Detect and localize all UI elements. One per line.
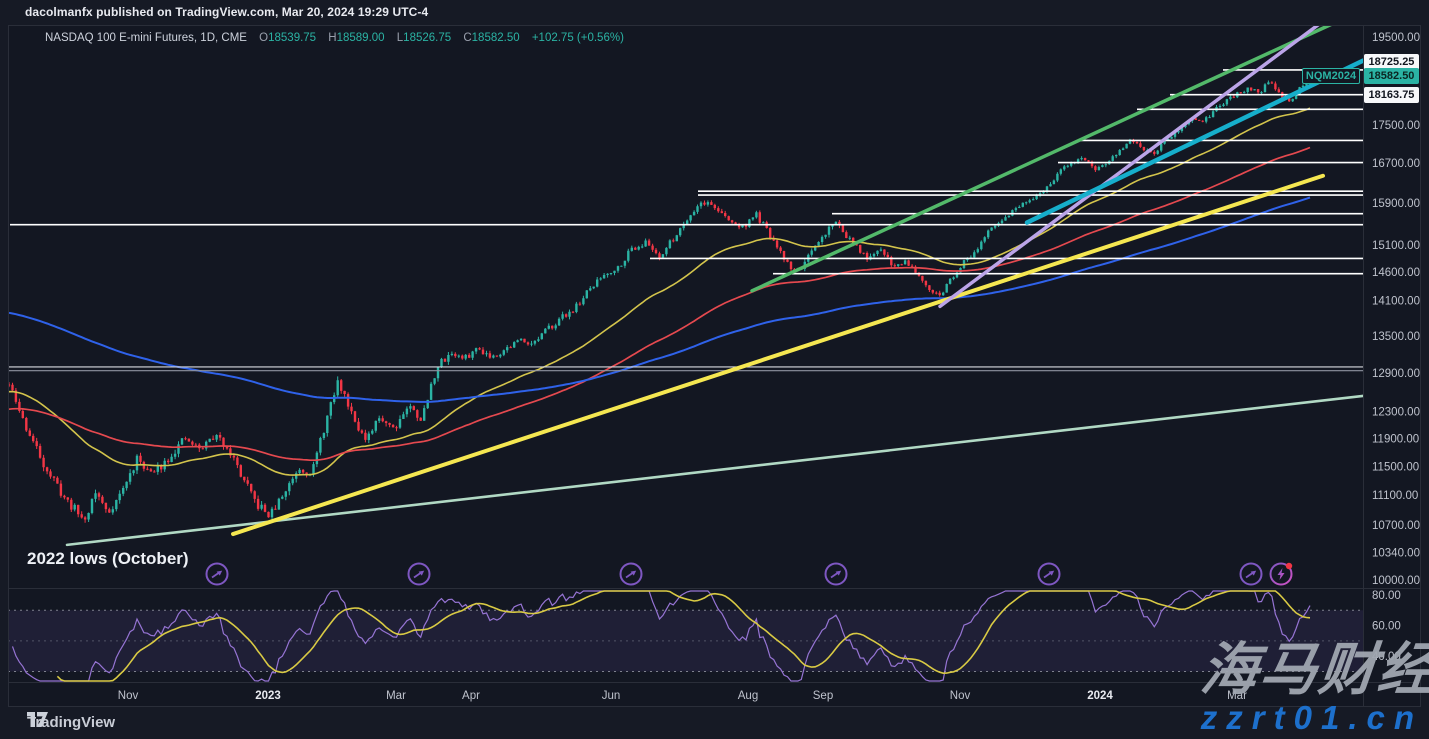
price-tick-label: 14100.00 <box>1372 296 1420 308</box>
footer: TradingView <box>27 711 115 733</box>
rsi-tick-label: 80.00 <box>1372 590 1401 602</box>
price-tick-label: 17500.00 <box>1372 120 1420 132</box>
high-label: H <box>328 32 336 44</box>
time-tick-label: Nov <box>950 690 971 702</box>
tradingview-logo-icon <box>27 711 51 728</box>
time-tick-label: Aug <box>738 690 758 702</box>
price-tick-label: 11500.00 <box>1372 461 1419 473</box>
watermark-url: zzrt01.cn <box>1201 701 1423 734</box>
time-tick-label: Nov <box>118 690 139 702</box>
time-tick-label: 2023 <box>255 690 281 702</box>
time-tick-label: 2024 <box>1087 690 1113 702</box>
price-tick-label: 10700.00 <box>1372 520 1420 532</box>
low-value: 18526.75 <box>403 32 451 44</box>
watermark-cn: 海马财经 <box>1198 642 1429 699</box>
high-value: 18589.00 <box>337 32 385 44</box>
time-tick-label: Jun <box>602 690 621 702</box>
time-tick-label: Apr <box>462 690 480 702</box>
chart-canvas[interactable]: 19500.00 17500.00 16700.00 15900.00 15100.00… <box>0 0 1429 739</box>
price-tick-label: 13500.00 <box>1372 331 1420 343</box>
close-label: C <box>463 32 471 44</box>
price-tick-label: 16700.00 <box>1372 158 1420 170</box>
price-tick-label: 10340.00 <box>1372 548 1420 560</box>
price-tick-label: 11900.00 <box>1372 433 1419 445</box>
price-tick-label: 15900.00 <box>1372 198 1420 210</box>
open-label: O <box>259 32 268 44</box>
symbol-info[interactable]: NASDAQ 100 E-mini Futures, 1D, CME O1853… <box>45 32 624 44</box>
symbol-title: NASDAQ 100 E-mini Futures, 1D, CME <box>45 32 247 44</box>
lows-annotation: 2022 lows (October) <box>27 549 189 569</box>
rsi-tick-label: 60.00 <box>1372 621 1401 633</box>
price-tick-label: 12300.00 <box>1372 407 1420 419</box>
time-tick-label: Sep <box>813 690 833 702</box>
price-label-lower: 18163.75 <box>1364 87 1419 103</box>
price-tick-label: 15100.00 <box>1372 240 1420 252</box>
price-tick-label: 12900.00 <box>1372 368 1420 380</box>
price-tick-label: 19500.00 <box>1372 32 1420 44</box>
open-value: 18539.75 <box>268 32 316 44</box>
price-tick-label: 11100.00 <box>1372 490 1418 502</box>
current-price-label: 18582.50 <box>1364 68 1419 84</box>
price-tick-label: 14600.00 <box>1372 267 1420 279</box>
contract-label: NQM2024 <box>1302 68 1360 84</box>
time-tick-label: Mar <box>386 690 406 702</box>
close-value: 18582.50 <box>472 32 520 44</box>
price-tick-label: 10000.00 <box>1372 575 1420 587</box>
tradingview-snapshot-page: dacolmanfx published on TradingView.com,… <box>0 0 1429 739</box>
change-value: +102.75 (+0.56%) <box>532 32 624 44</box>
